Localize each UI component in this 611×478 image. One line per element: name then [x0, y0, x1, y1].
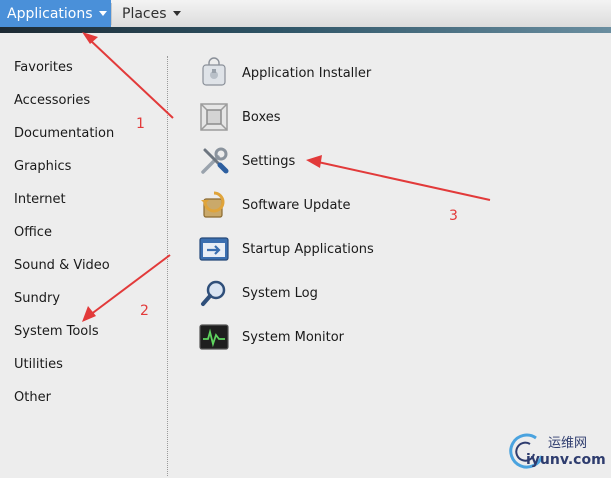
annotation-arrow-3 [317, 161, 491, 201]
annotation-number-3: 3 [449, 208, 458, 224]
watermark-name: 运维网 [548, 436, 588, 451]
annotation-number-2: 2 [140, 303, 149, 319]
annotation-number-1: 1 [136, 116, 145, 132]
annotation-arrows [82, 32, 491, 322]
annotation-arrow-2 [89, 254, 171, 316]
watermark-url: iyunv.com [526, 452, 606, 468]
annotation-arrow-1 [89, 39, 174, 119]
